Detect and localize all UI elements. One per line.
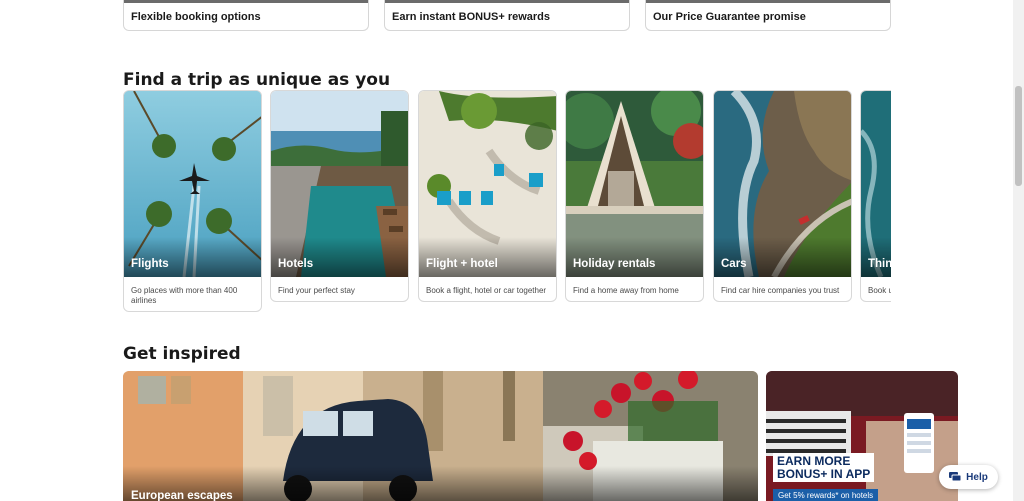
inspire-card-label: European escapes xyxy=(131,490,233,501)
things-to-do-image xyxy=(861,91,891,277)
trip-title: Holiday rentals xyxy=(573,258,656,270)
image-shade xyxy=(566,237,703,277)
trip-title: Flight + hotel xyxy=(426,258,498,270)
hotels-image xyxy=(271,91,408,277)
feature-label: Earn instant BONUS+ rewards xyxy=(392,11,551,23)
trip-card-cars[interactable]: Cars Find car hire companies you trust xyxy=(713,90,852,302)
promo-headline-box: EARN MORE BONUS+ IN APP xyxy=(773,453,875,482)
trip-desc: Find a home away from home xyxy=(573,286,679,295)
trip-title: Cars xyxy=(721,258,747,270)
image-shade xyxy=(124,237,261,277)
feature-label: Our Price Guarantee promise xyxy=(653,11,806,23)
feature-card-flexible[interactable]: Flexible booking options xyxy=(123,0,369,31)
trip-desc: Go places with more than 400 airlines xyxy=(131,286,238,305)
trip-desc: Find your perfect stay xyxy=(278,286,355,295)
feature-card-bonus[interactable]: Earn instant BONUS+ rewards xyxy=(384,0,630,31)
trips-heading: Find a trip as unique as you xyxy=(123,70,391,90)
page-scrollbar[interactable] xyxy=(1013,0,1024,501)
trip-title: Flights xyxy=(131,258,169,270)
promo-headline-2: BONUS+ IN APP xyxy=(777,467,871,481)
feature-card-bar xyxy=(385,0,629,3)
image-shade xyxy=(861,237,891,277)
trip-card-flight-hotel[interactable]: Flight + hotel Book a flight, hotel or c… xyxy=(418,90,557,302)
trip-desc: Book a flight, hotel or car together xyxy=(426,286,547,295)
feature-card-price-guarantee[interactable]: Our Price Guarantee promise xyxy=(645,0,891,31)
image-shade xyxy=(271,237,408,277)
trip-title: Thin xyxy=(868,258,891,270)
promo-card-app-bonus[interactable]: EARN MORE BONUS+ IN APP Get 5% rewards* … xyxy=(766,371,958,501)
inspired-heading: Get inspired xyxy=(123,344,241,364)
feature-card-bar xyxy=(124,0,368,3)
flights-image xyxy=(124,91,261,277)
chat-icon xyxy=(949,471,962,481)
scrollbar-thumb[interactable] xyxy=(1015,86,1022,186)
cars-image xyxy=(714,91,851,277)
inspire-card-european-escapes[interactable]: European escapes xyxy=(123,371,758,501)
promo-subtext: Get 5% rewards* on hotels xyxy=(773,489,879,501)
feature-card-bar xyxy=(646,0,890,3)
image-shade xyxy=(419,237,556,277)
image-shade xyxy=(714,237,851,277)
feature-label: Flexible booking options xyxy=(131,11,261,23)
holiday-rentals-image xyxy=(566,91,703,277)
help-button[interactable]: Help xyxy=(939,465,998,489)
trip-carousel: Flights Go places with more than 400 air… xyxy=(123,90,891,315)
trip-card-things-to-do[interactable]: Thin Book u xyxy=(860,90,891,302)
trip-card-flights[interactable]: Flights Go places with more than 400 air… xyxy=(123,90,262,312)
trip-desc: Find car hire companies you trust xyxy=(721,286,840,295)
trip-card-holiday-rentals[interactable]: Holiday rentals Find a home away from ho… xyxy=(565,90,704,302)
trip-desc: Book u xyxy=(868,286,891,295)
flight-hotel-image xyxy=(419,91,556,277)
trip-title: Hotels xyxy=(278,258,314,270)
help-label: Help xyxy=(966,471,988,483)
trip-card-hotels[interactable]: Hotels Find your perfect stay xyxy=(270,90,409,302)
european-escapes-image xyxy=(123,371,758,501)
